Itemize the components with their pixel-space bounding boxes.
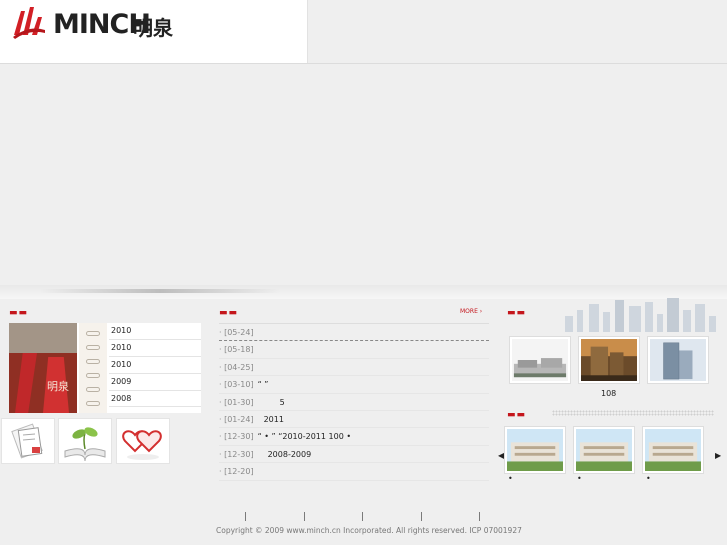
brochure-year-item[interactable]: 2010 (109, 340, 201, 357)
footer-separator: | (478, 512, 482, 522)
brochure-year-item[interactable]: 2010 (109, 357, 201, 374)
brochure-year-item[interactable]: 2008 (109, 391, 201, 408)
brochure-year-list: 2010 2010 2010 2009 2008 (109, 323, 201, 408)
book-sprout-icon[interactable] (58, 418, 112, 464)
copyright-text: Copyright © 2009 www.minch.cn Incorporat… (216, 526, 522, 535)
brochure-cover-image[interactable]: 明泉 (9, 323, 77, 413)
skyline-banner (507, 296, 727, 332)
gallery-section-title: ▬▬ (507, 410, 527, 420)
gallery-thumbnail[interactable] (573, 426, 635, 474)
hearts-icon[interactable] (116, 418, 170, 464)
gallery-bullet: • (508, 474, 513, 483)
news-item[interactable]: · [03-10] “ ” (219, 376, 489, 394)
header: MINCH 明泉 (0, 0, 308, 64)
news-item[interactable]: · [12-20] (219, 463, 489, 481)
footer-separator: | (361, 512, 365, 522)
header-divider (0, 63, 727, 64)
logo-mark-icon[interactable] (11, 5, 47, 41)
news-list: · [05-24] · [05-18] · [04-25] · [03-10] “… (219, 324, 489, 481)
brochure-cover-text: 明泉 (47, 380, 69, 393)
news-item[interactable]: · [05-24] (219, 324, 489, 342)
news-more-link[interactable]: MORE › (460, 308, 482, 315)
brochure-section-title: ▬▬ (9, 308, 29, 318)
project-thumbnail[interactable] (578, 336, 640, 384)
projects-section-title: ▬▬ (507, 308, 527, 318)
brochure-binding (79, 323, 107, 413)
news-item[interactable]: · [01-24] 2011 (219, 411, 489, 429)
banner-divider-highlight (40, 289, 280, 293)
brochure-year-item[interactable]: 2010 (109, 323, 201, 340)
logo-chinese: 明泉 (133, 16, 173, 40)
dotted-divider (552, 410, 714, 416)
project-thumbnail[interactable] (509, 336, 571, 384)
document-icon[interactable] (1, 418, 55, 464)
news-section-title: ▬▬ (219, 308, 239, 318)
gallery-bullet: • (577, 474, 582, 483)
gallery-thumbnail[interactable] (642, 426, 704, 474)
news-item[interactable]: · [04-25] (219, 359, 489, 377)
footer-separator: | (244, 512, 248, 522)
footer-separator: | (303, 512, 307, 522)
project-thumbnail[interactable] (647, 336, 709, 384)
news-item[interactable]: · [05-18] (219, 341, 489, 359)
news-item[interactable]: · [12-30] “ • ” “2010-2011 100 • (219, 428, 489, 446)
footer-nav: | | | | | (216, 512, 516, 522)
gallery-thumbnail[interactable] (504, 426, 566, 474)
news-item[interactable]: · [12-30] 2008-2009 (219, 446, 489, 464)
brochure-panel: 明泉 2010 2010 2010 2009 2008 (9, 323, 201, 413)
project-caption: 108 (601, 389, 617, 398)
footer-separator: | (420, 512, 424, 522)
gallery-bullet: • (646, 474, 651, 483)
news-item[interactable]: · [01-30] 5 (219, 394, 489, 411)
gallery-next-arrow-icon[interactable]: ▶ (715, 451, 721, 460)
brochure-year-item[interactable]: 2009 (109, 374, 201, 391)
